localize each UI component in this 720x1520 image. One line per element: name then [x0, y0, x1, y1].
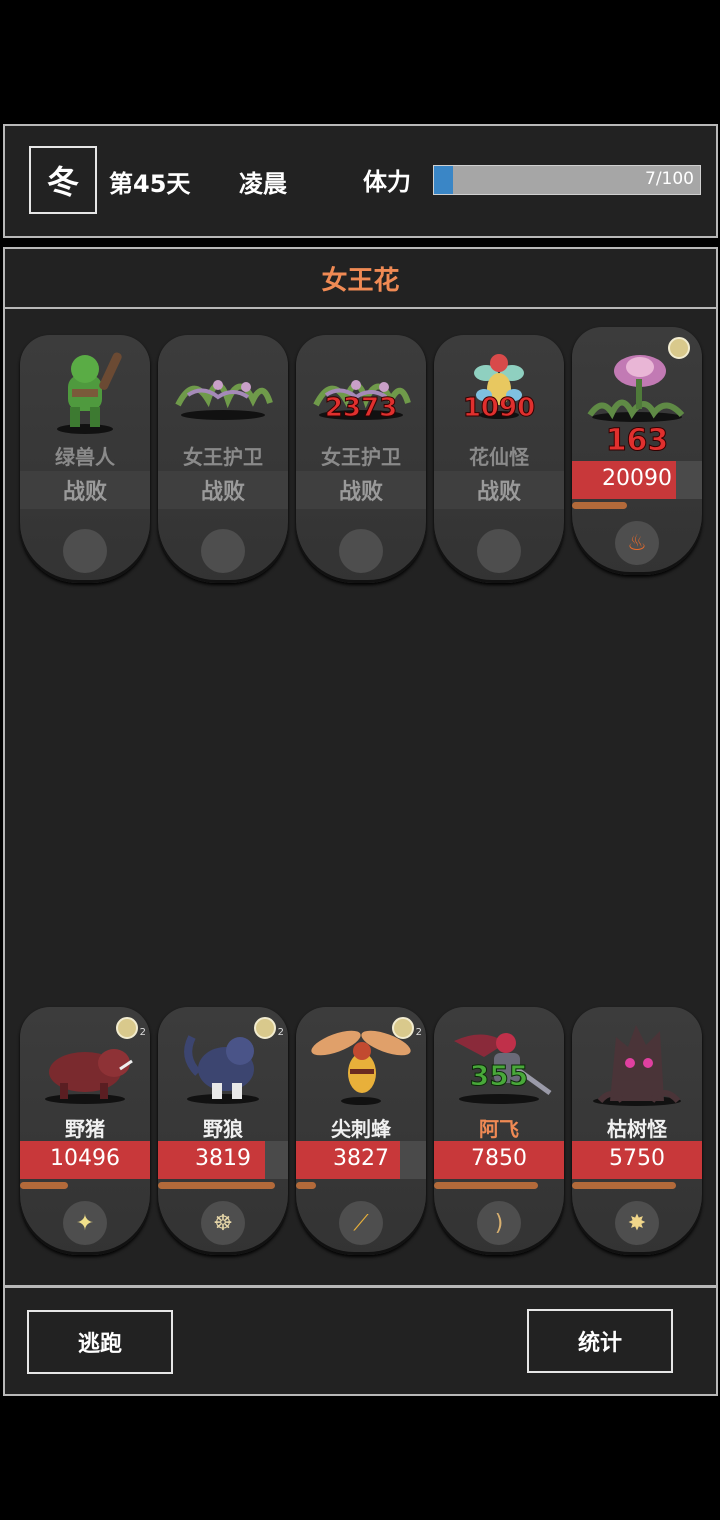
enemy-group-title: 女王花 — [321, 265, 400, 296]
ally-card[interactable]: 2 野猪 10496 ✦ — [20, 1007, 150, 1255]
bow-icon[interactable]: ) — [477, 1201, 521, 1245]
hp-bar: 7850 — [434, 1141, 564, 1179]
ally-card[interactable]: 2 野狼 3819 ☸ — [158, 1007, 288, 1255]
hp-value: 20090 — [602, 466, 672, 491]
action-gauge — [434, 1182, 564, 1189]
action-gauge-fill — [20, 1182, 69, 1189]
stamina-label: 体力 — [363, 168, 411, 196]
defeated-status: 战败 — [434, 471, 564, 509]
dead-tree-sprite — [593, 1025, 681, 1106]
action-gauge — [296, 1182, 426, 1189]
enemy-card[interactable]: 女王护卫 战败 — [158, 335, 288, 583]
fire-pillar-icon[interactable]: ♨ — [615, 521, 659, 565]
enemy-card[interactable]: 2373 女王护卫 战败 — [296, 335, 426, 583]
ally-name: 尖刺蜂 — [331, 1117, 391, 1141]
level-badge-icon — [392, 1017, 414, 1039]
damage-number: 2373 — [324, 393, 398, 424]
ally-card-hero[interactable]: 355 阿飞 7850 ) — [434, 1007, 564, 1255]
badge-level: 2 — [139, 1027, 146, 1038]
ally-name: 野猪 — [65, 1117, 105, 1141]
action-gauge-fill — [434, 1182, 538, 1189]
ally-card[interactable]: 2 尖刺蜂 3827 ⟋ — [296, 1007, 426, 1255]
damage-number: 1090 — [462, 393, 536, 424]
day-counter: 第45天 — [109, 170, 191, 198]
defeated-status: 战败 — [296, 471, 426, 509]
action-gauge — [20, 1182, 150, 1189]
enemy-name: 花仙怪 — [469, 445, 529, 469]
stamina-value: 7/100 — [645, 169, 694, 189]
enemy-card-queen-flower[interactable]: 163 20090 ♨ — [572, 327, 702, 575]
battle-panel: 女王花 绿兽人 战败 女王护卫 战败 2373 女王护卫 战败 1090 花仙怪… — [3, 247, 718, 1287]
stamina-fill — [434, 166, 453, 194]
damage-number: 163 — [605, 423, 669, 459]
action-gauge-fill — [572, 1182, 676, 1189]
stamina-bar: 7/100 — [433, 165, 701, 195]
green-orc-sprite — [57, 352, 122, 434]
ally-card[interactable]: 枯树怪 5750 ✸ — [572, 1007, 702, 1255]
hp-value: 7850 — [471, 1146, 527, 1171]
enemy-header: 女王花 — [5, 249, 716, 309]
hp-bar: 3827 — [296, 1141, 426, 1179]
sparkle-icon[interactable]: ✦ — [63, 1201, 107, 1245]
action-gauge-fill — [572, 502, 627, 509]
hp-bar: 3819 — [158, 1141, 288, 1179]
badge-level: 2 — [277, 1027, 284, 1038]
ally-name: 枯树怪 — [607, 1117, 667, 1141]
claw-icon[interactable]: ☸ — [201, 1201, 245, 1245]
empty-skill-slot — [477, 529, 521, 573]
enemy-card[interactable]: 绿兽人 战败 — [20, 335, 150, 583]
enemy-name: 绿兽人 — [55, 445, 115, 469]
action-gauge-fill — [296, 1182, 316, 1189]
season-indicator: 冬 — [29, 146, 97, 214]
action-panel: 逃跑 统计 — [3, 1286, 718, 1396]
action-gauge — [572, 1182, 702, 1189]
level-badge-icon — [116, 1017, 138, 1039]
hp-value: 3819 — [195, 1146, 251, 1171]
level-badge-icon — [254, 1017, 276, 1039]
defeated-status: 战败 — [20, 471, 150, 509]
badge-level: 2 — [415, 1027, 422, 1038]
hp-value: 5750 — [609, 1146, 665, 1171]
hp-bar: 20090 — [572, 461, 702, 499]
action-gauge — [158, 1182, 288, 1189]
hp-bar: 5750 — [572, 1141, 702, 1179]
season-label: 冬 — [46, 163, 79, 201]
heal-number: 355 — [469, 1059, 529, 1093]
empty-skill-slot — [201, 529, 245, 573]
escape-button[interactable]: 逃跑 — [27, 1310, 173, 1374]
stinger-icon[interactable]: ⟋ — [339, 1201, 383, 1245]
ally-name: 阿飞 — [479, 1117, 519, 1141]
enemy-name: 女王护卫 — [183, 445, 263, 469]
ally-name: 野狼 — [203, 1117, 243, 1141]
empty-skill-slot — [339, 529, 383, 573]
spike-icon[interactable]: ✸ — [615, 1201, 659, 1245]
empty-skill-slot — [63, 529, 107, 573]
action-gauge-fill — [158, 1182, 275, 1189]
enemy-card[interactable]: 1090 花仙怪 战败 — [434, 335, 564, 583]
hp-value: 3827 — [333, 1146, 389, 1171]
vine-guard-sprite — [175, 380, 273, 420]
level-badge-icon — [668, 337, 690, 359]
hp-value: 10496 — [50, 1146, 120, 1171]
status-panel: 冬 第45天 凌晨 体力 7/100 — [3, 124, 718, 238]
hp-bar: 10496 — [20, 1141, 150, 1179]
action-gauge — [572, 502, 702, 509]
enemy-name: 女王护卫 — [321, 445, 401, 469]
stats-button[interactable]: 统计 — [527, 1309, 673, 1373]
defeated-status: 战败 — [158, 471, 288, 509]
time-of-day: 凌晨 — [239, 170, 287, 198]
